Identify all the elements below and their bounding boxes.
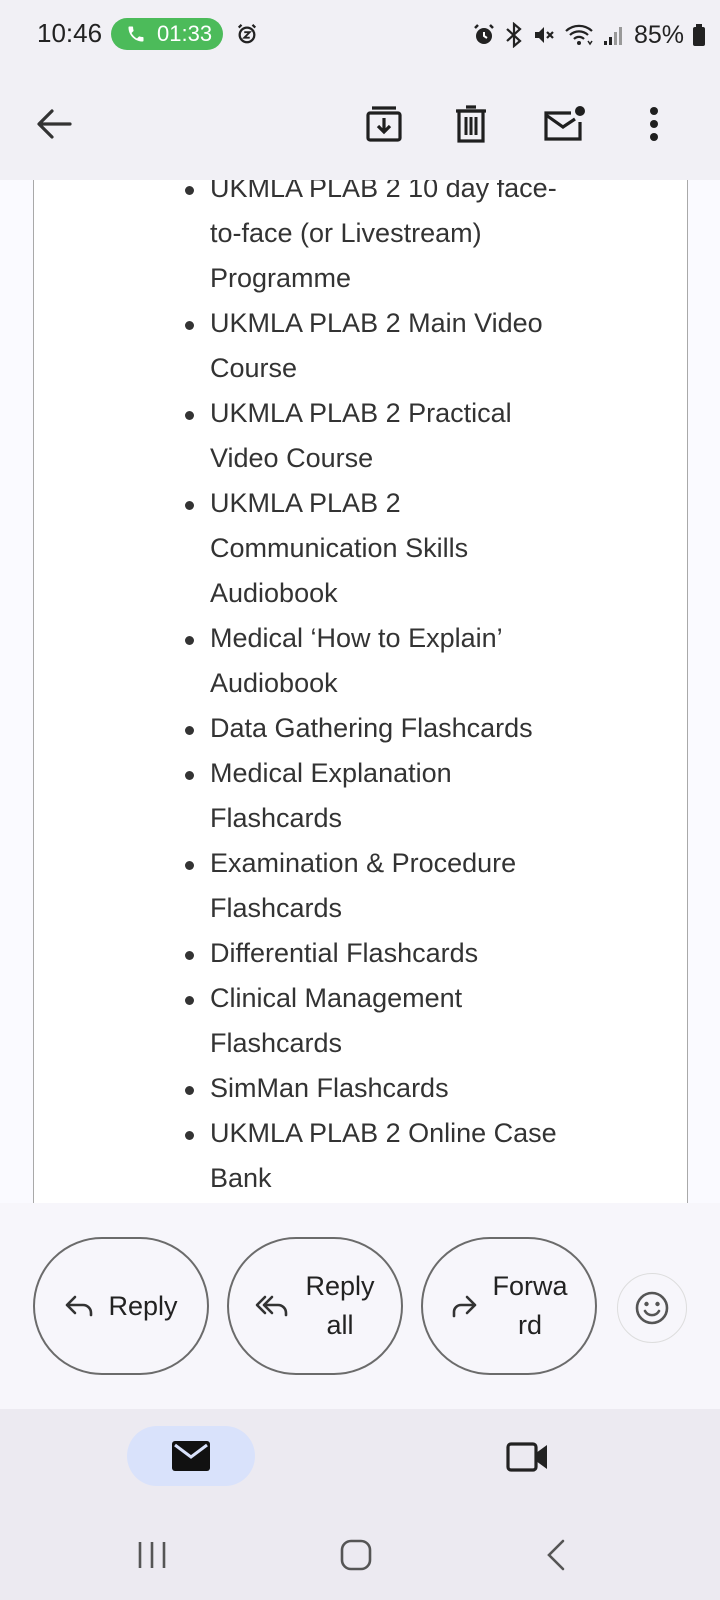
course-item-line: Clinical Management [210, 983, 463, 1013]
course-item-line: Video Course [210, 443, 374, 473]
course-list-item: Medical Explanation Flashcards [183, 751, 593, 841]
course-item-line: SimMan Flashcards [210, 1073, 449, 1103]
course-list-item: UKMLA PLAB 2 Main Video Course [183, 301, 593, 391]
nav-mail-tab[interactable] [127, 1426, 255, 1486]
email-body[interactable]: UKMLA PLAB 2 10 day face-to-face (or Liv… [0, 180, 720, 1203]
back-button[interactable] [24, 94, 84, 154]
signal-icon [603, 27, 622, 45]
delete-icon [456, 105, 486, 143]
bottom-navigation [0, 1409, 720, 1519]
course-list-item: UKMLA PLAB 2 Practical Video Course [183, 391, 593, 481]
call-timer: 01:33 [157, 21, 213, 46]
reply-label: Reply [108, 1290, 178, 1321]
course-list: UKMLA PLAB 2 10 day face-to-face (or Liv… [183, 180, 593, 1201]
archive-button[interactable] [354, 94, 414, 154]
top-app-bar [0, 70, 720, 180]
course-list-item: UKMLA PLAB 2 Communication Skills Audioboo… [183, 481, 593, 616]
course-item-line: to-face (or Livestream) [210, 218, 482, 248]
course-item-line: Audiobook [210, 668, 338, 698]
course-list-item: Data Gathering Flashcards [183, 706, 593, 751]
recent-apps-icon[interactable] [135, 1537, 169, 1573]
forward-label-line2: rd [517, 1310, 542, 1340]
course-list-item: Differential Flashcards [183, 931, 593, 976]
course-item-line: Medical ‘How to Explain’ [210, 623, 503, 653]
course-item-line: Examination & Procedure [210, 848, 517, 878]
mute-icon [534, 27, 554, 43]
reply-all-label: Reply all [305, 1267, 374, 1345]
message-actions: Reply Reply all Forwa rd [0, 1203, 720, 1409]
mark-unread-button[interactable] [534, 94, 594, 154]
course-item-line: Data Gathering Flashcards [210, 713, 533, 743]
course-item-line: UKMLA PLAB 2 Main Video [210, 308, 543, 338]
forward-button[interactable]: Forwa rd [421, 1237, 597, 1375]
ongoing-call-pill[interactable]: 01:33 [111, 18, 223, 50]
status-bar: 10:46 01:33 85% [0, 0, 720, 70]
back-nav-icon[interactable] [543, 1537, 569, 1573]
course-item-line: Programme [210, 263, 352, 293]
course-item-line: Flashcards [210, 893, 343, 923]
status-time: 10:46 [37, 18, 103, 48]
forward-icon [453, 1295, 477, 1318]
reply-all-label-line1: Reply [305, 1271, 375, 1301]
emoji-reaction-button[interactable] [617, 1273, 687, 1343]
system-navigation-bar [0, 1519, 720, 1600]
reply-all-icon [256, 1295, 288, 1317]
course-item-line: Course [210, 353, 298, 383]
course-item-line: UKMLA PLAB 2 [210, 488, 401, 518]
course-item-line: UKMLA PLAB 2 Practical [210, 398, 512, 428]
reply-icon [66, 1295, 93, 1317]
course-item-line: Flashcards [210, 803, 343, 833]
nav-meet-tab[interactable] [505, 1436, 551, 1476]
course-item-line: Flashcards [210, 1028, 343, 1058]
battery-icon [693, 24, 705, 46]
course-item-line: UKMLA PLAB 2 Online Case [210, 1118, 557, 1148]
mail-icon [172, 1441, 210, 1471]
delete-button[interactable] [441, 94, 501, 154]
phone-icon [128, 26, 144, 42]
more-vert-icon [650, 107, 658, 141]
video-icon [506, 1442, 547, 1472]
battery-percent: 85% [633, 20, 684, 49]
home-icon[interactable] [338, 1537, 374, 1573]
mark-unread-icon [544, 106, 585, 141]
alarm-icon [237, 24, 257, 44]
course-item-line: Audiobook [210, 578, 338, 608]
course-list-item: Examination & Procedure Flashcards [183, 841, 593, 931]
wifi-icon [565, 24, 593, 46]
bluetooth-icon [506, 22, 522, 48]
course-item-line: Communication Skills [210, 533, 469, 563]
forward-label: Forwa rd [492, 1267, 567, 1345]
course-item-line: Bank [210, 1163, 272, 1193]
course-list-item: UKMLA PLAB 2 10 day face-to-face (or Liv… [183, 180, 593, 301]
course-item-line: UKMLA PLAB 2 10 day face- [210, 180, 557, 203]
course-list-item: SimMan Flashcards [183, 1066, 593, 1111]
course-list-item: Clinical Management Flashcards [183, 976, 593, 1066]
smiley-icon [635, 1291, 669, 1325]
reply-button[interactable]: Reply [33, 1237, 209, 1375]
course-list-item: Medical ‘How to Explain’ Audiobook [183, 616, 593, 706]
course-item-line: Differential Flashcards [210, 938, 479, 968]
course-list-item: UKMLA PLAB 2 Online Case Bank [183, 1111, 593, 1201]
reply-all-label-line2: all [326, 1310, 354, 1340]
archive-icon [366, 106, 402, 142]
course-item-line: Medical Explanation [210, 758, 452, 788]
reply-all-button[interactable]: Reply all [227, 1237, 403, 1375]
more-options-button[interactable] [624, 94, 684, 154]
back-arrow-icon [37, 109, 72, 139]
alarm-icon [474, 24, 494, 44]
forward-label-line1: Forwa [492, 1271, 568, 1301]
